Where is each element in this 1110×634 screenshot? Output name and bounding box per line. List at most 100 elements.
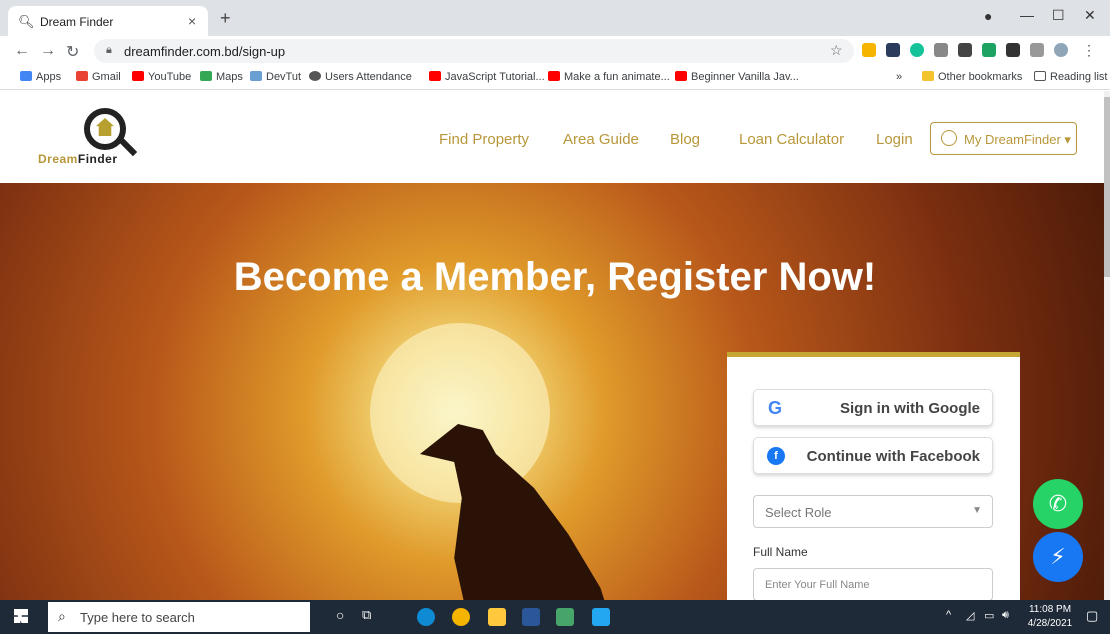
vscode-icon[interactable] [592,608,610,626]
battery-icon[interactable]: ▭ [984,609,994,622]
apps-grid-icon [20,71,32,81]
whatsapp-icon[interactable]: ✆ [1033,479,1083,529]
volume-icon[interactable]: 🔊︎ [1002,609,1009,622]
google-icon: G [768,398,783,418]
app-icon[interactable] [556,608,574,626]
profile-icon[interactable]: ● [984,8,992,24]
tab-close-icon[interactable]: × [188,13,196,29]
logo-word-dream: Dream [38,152,78,166]
menu-kebab-icon[interactable]: ⋮ [1082,43,1096,57]
extensions-puzzle-icon[interactable] [1006,43,1020,57]
minimize-button[interactable]: — [1020,7,1034,23]
bookmark-beginner-vanilla[interactable]: Beginner Vanilla Jav... [675,71,799,83]
nav-blog[interactable]: Blog [670,131,700,148]
bookmark-maps[interactable]: Maps [200,71,243,83]
full-name-label: Full Name [753,545,808,559]
bookmark-users-attendance[interactable]: Users Attendance [309,71,412,83]
notification-icon[interactable]: ▢ [1086,608,1098,624]
bookmark-javascript-tutorial[interactable]: JavaScript Tutorial... [429,71,545,83]
bookmark-apps[interactable]: Apps [20,71,61,83]
taskbar-search-placeholder: Type here to search [80,610,195,625]
reading-mode-icon[interactable] [1030,43,1044,57]
reading-list-icon [1034,71,1046,81]
caret-down-icon: ▾ [1064,132,1071,147]
full-name-input[interactable] [753,568,993,601]
taskbar-clock[interactable]: 11:08 PM 4/28/2021 [1020,603,1080,631]
facebook-icon: f [767,447,785,465]
signup-card: G Sign in with Google f Continue with Fa… [727,352,1020,601]
maximize-button[interactable]: ☐ [1052,7,1065,24]
logo-word-finder: Finder [77,152,118,166]
my-dreamfinder-label: My DreamFinder ▾ [964,132,1071,148]
facebook-signin-button[interactable]: f Continue with Facebook [753,437,993,474]
account-label-text: My DreamFinder [964,132,1061,147]
facebook-signin-label: Continue with Facebook [806,448,980,465]
chevron-down-icon: ▼ [972,505,982,516]
bookmark-star-icon[interactable]: ☆ [830,42,843,59]
file-explorer-icon[interactable] [488,608,506,626]
edge-icon[interactable] [417,608,435,626]
bookmark-gmail[interactable]: Gmail [76,71,121,83]
my-dreamfinder-button[interactable]: My DreamFinder ▾ [930,122,1077,155]
browser-tab[interactable]: 🔍︎ Dream Finder × [8,6,208,36]
tab-favicon-icon: 🔍︎ [18,14,35,29]
folder-icon [922,71,934,81]
screenshot-icon[interactable] [934,43,948,57]
tray-chevron-icon[interactable]: ^ [946,609,951,621]
nav-find-property[interactable]: Find Property [439,131,529,148]
url-text: dreamfinder.com.bd/sign-up [124,44,286,59]
google-signin-label: Sign in with Google [840,400,980,417]
maps-pin-icon [200,71,212,81]
dreamfinder-logo[interactable]: DreamFinder [32,108,142,168]
bookmark-youtube[interactable]: YouTube [132,71,191,83]
user-circle-icon [941,130,957,146]
youtube-icon [675,71,687,81]
clock-date: 4/28/2021 [1027,618,1073,629]
shield-icon[interactable] [982,43,996,57]
chrome-icon[interactable] [452,608,470,626]
back-icon[interactable]: ← [14,42,30,60]
hero-title: Become a Member, Register Now! [233,255,877,299]
taskbar-search[interactable]: ⌕ Type here to search [48,602,310,632]
reload-icon[interactable]: ↻ [66,42,79,62]
address-bar[interactable]: 🔒︎ dreamfinder.com.bd/sign-up ☆ [94,39,854,63]
extension-icon[interactable] [958,43,972,57]
youtube-icon [132,71,144,81]
windows-start-icon[interactable] [14,609,28,623]
globe-icon [309,71,321,81]
google-signin-button[interactable]: G Sign in with Google [753,389,993,426]
nav-login[interactable]: Login [876,131,913,148]
new-tab-button[interactable]: + [220,8,231,29]
cortana-icon[interactable]: ○ [336,607,344,623]
extension-icon[interactable] [862,43,876,57]
extension-icon[interactable] [886,43,900,57]
messenger-icon[interactable]: ⚡︎ [1033,532,1083,582]
word-icon[interactable] [522,608,540,626]
browser-tab-strip: 🔍︎ Dream Finder × + ● — ☐ ✕ [0,0,1110,36]
devtut-icon [250,71,262,81]
task-view-icon[interactable]: ⧉ [362,607,371,623]
network-icon[interactable]: ◿ [966,609,974,622]
avatar[interactable] [1054,43,1068,57]
lock-icon: 🔒︎ [106,44,112,56]
nav-loan-calculator[interactable]: Loan Calculator [739,131,844,148]
bookmark-devtut[interactable]: DevTut [250,71,301,83]
bookmarks-overflow-icon[interactable]: » [896,71,902,83]
bookmarks-bar: Apps Gmail YouTube Maps DevTut Users Att… [0,66,1110,90]
gmail-icon [76,71,88,81]
youtube-icon [548,71,560,81]
page-scrollbar[interactable] [1104,91,1110,600]
scrollbar-thumb[interactable] [1104,97,1110,277]
youtube-icon [429,71,441,81]
logo-wordmark: DreamFinder [38,152,118,166]
forward-icon[interactable]: → [40,42,56,60]
other-bookmarks[interactable]: Other bookmarks [922,71,1022,83]
role-select[interactable]: Select Role ▼ [753,495,993,528]
magnifier-handle [118,137,138,157]
nav-area-guide[interactable]: Area Guide [563,131,639,148]
search-icon: ⌕ [58,608,66,624]
bookmark-make-animate[interactable]: Make a fun animate... [548,71,670,83]
reading-list[interactable]: Reading list [1034,71,1107,83]
grammarly-icon[interactable] [910,43,924,57]
close-window-button[interactable]: ✕ [1084,7,1096,24]
